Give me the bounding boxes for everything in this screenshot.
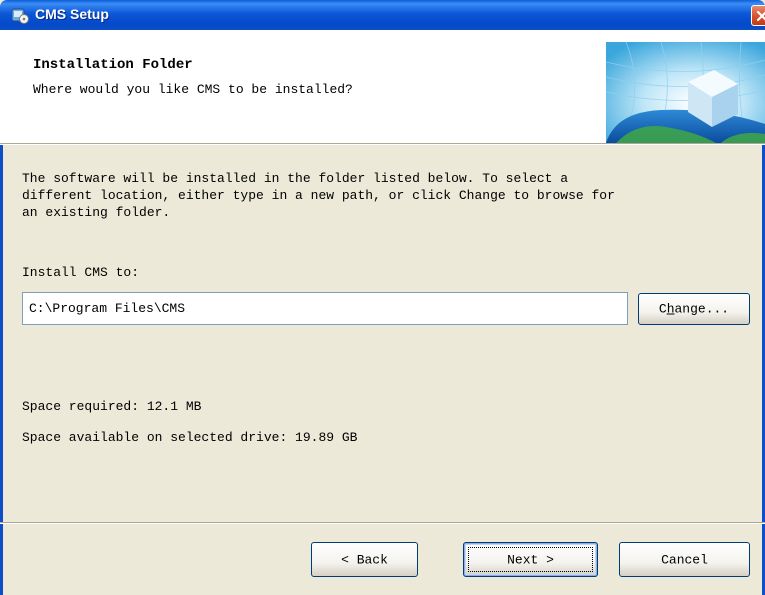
close-icon [756,10,765,22]
page-title: Installation Folder [33,57,193,73]
change-button[interactable]: Change... [638,293,750,325]
setup-app-icon [11,6,29,24]
window-title: CMS Setup [35,6,109,22]
install-path-field[interactable] [22,292,628,325]
footer-divider-highlight [0,523,765,524]
back-button[interactable]: < Back [311,542,418,577]
globe-cube-banner-icon [606,42,765,143]
close-button[interactable] [751,5,765,26]
next-button-label: Next > [507,552,554,567]
description-text: The software will be installed in the fo… [22,171,615,220]
next-button[interactable]: Next > [463,542,598,577]
wizard-header: Installation Folder Where would you like… [0,30,765,143]
header-divider-highlight [0,144,765,145]
title-bar[interactable]: CMS Setup [0,0,765,30]
back-button-label: < Back [341,552,388,567]
change-button-label: Change... [658,301,730,317]
cancel-button[interactable]: Cancel [619,542,750,577]
space-available-text: Space available on selected drive: 19.89… [22,430,358,445]
page-subtitle: Where would you like CMS to be installed… [33,82,353,97]
install-to-label: Install CMS to: [22,265,140,280]
space-required-text: Space required: 12.1 MB [22,399,202,414]
cancel-button-label: Cancel [661,552,708,567]
